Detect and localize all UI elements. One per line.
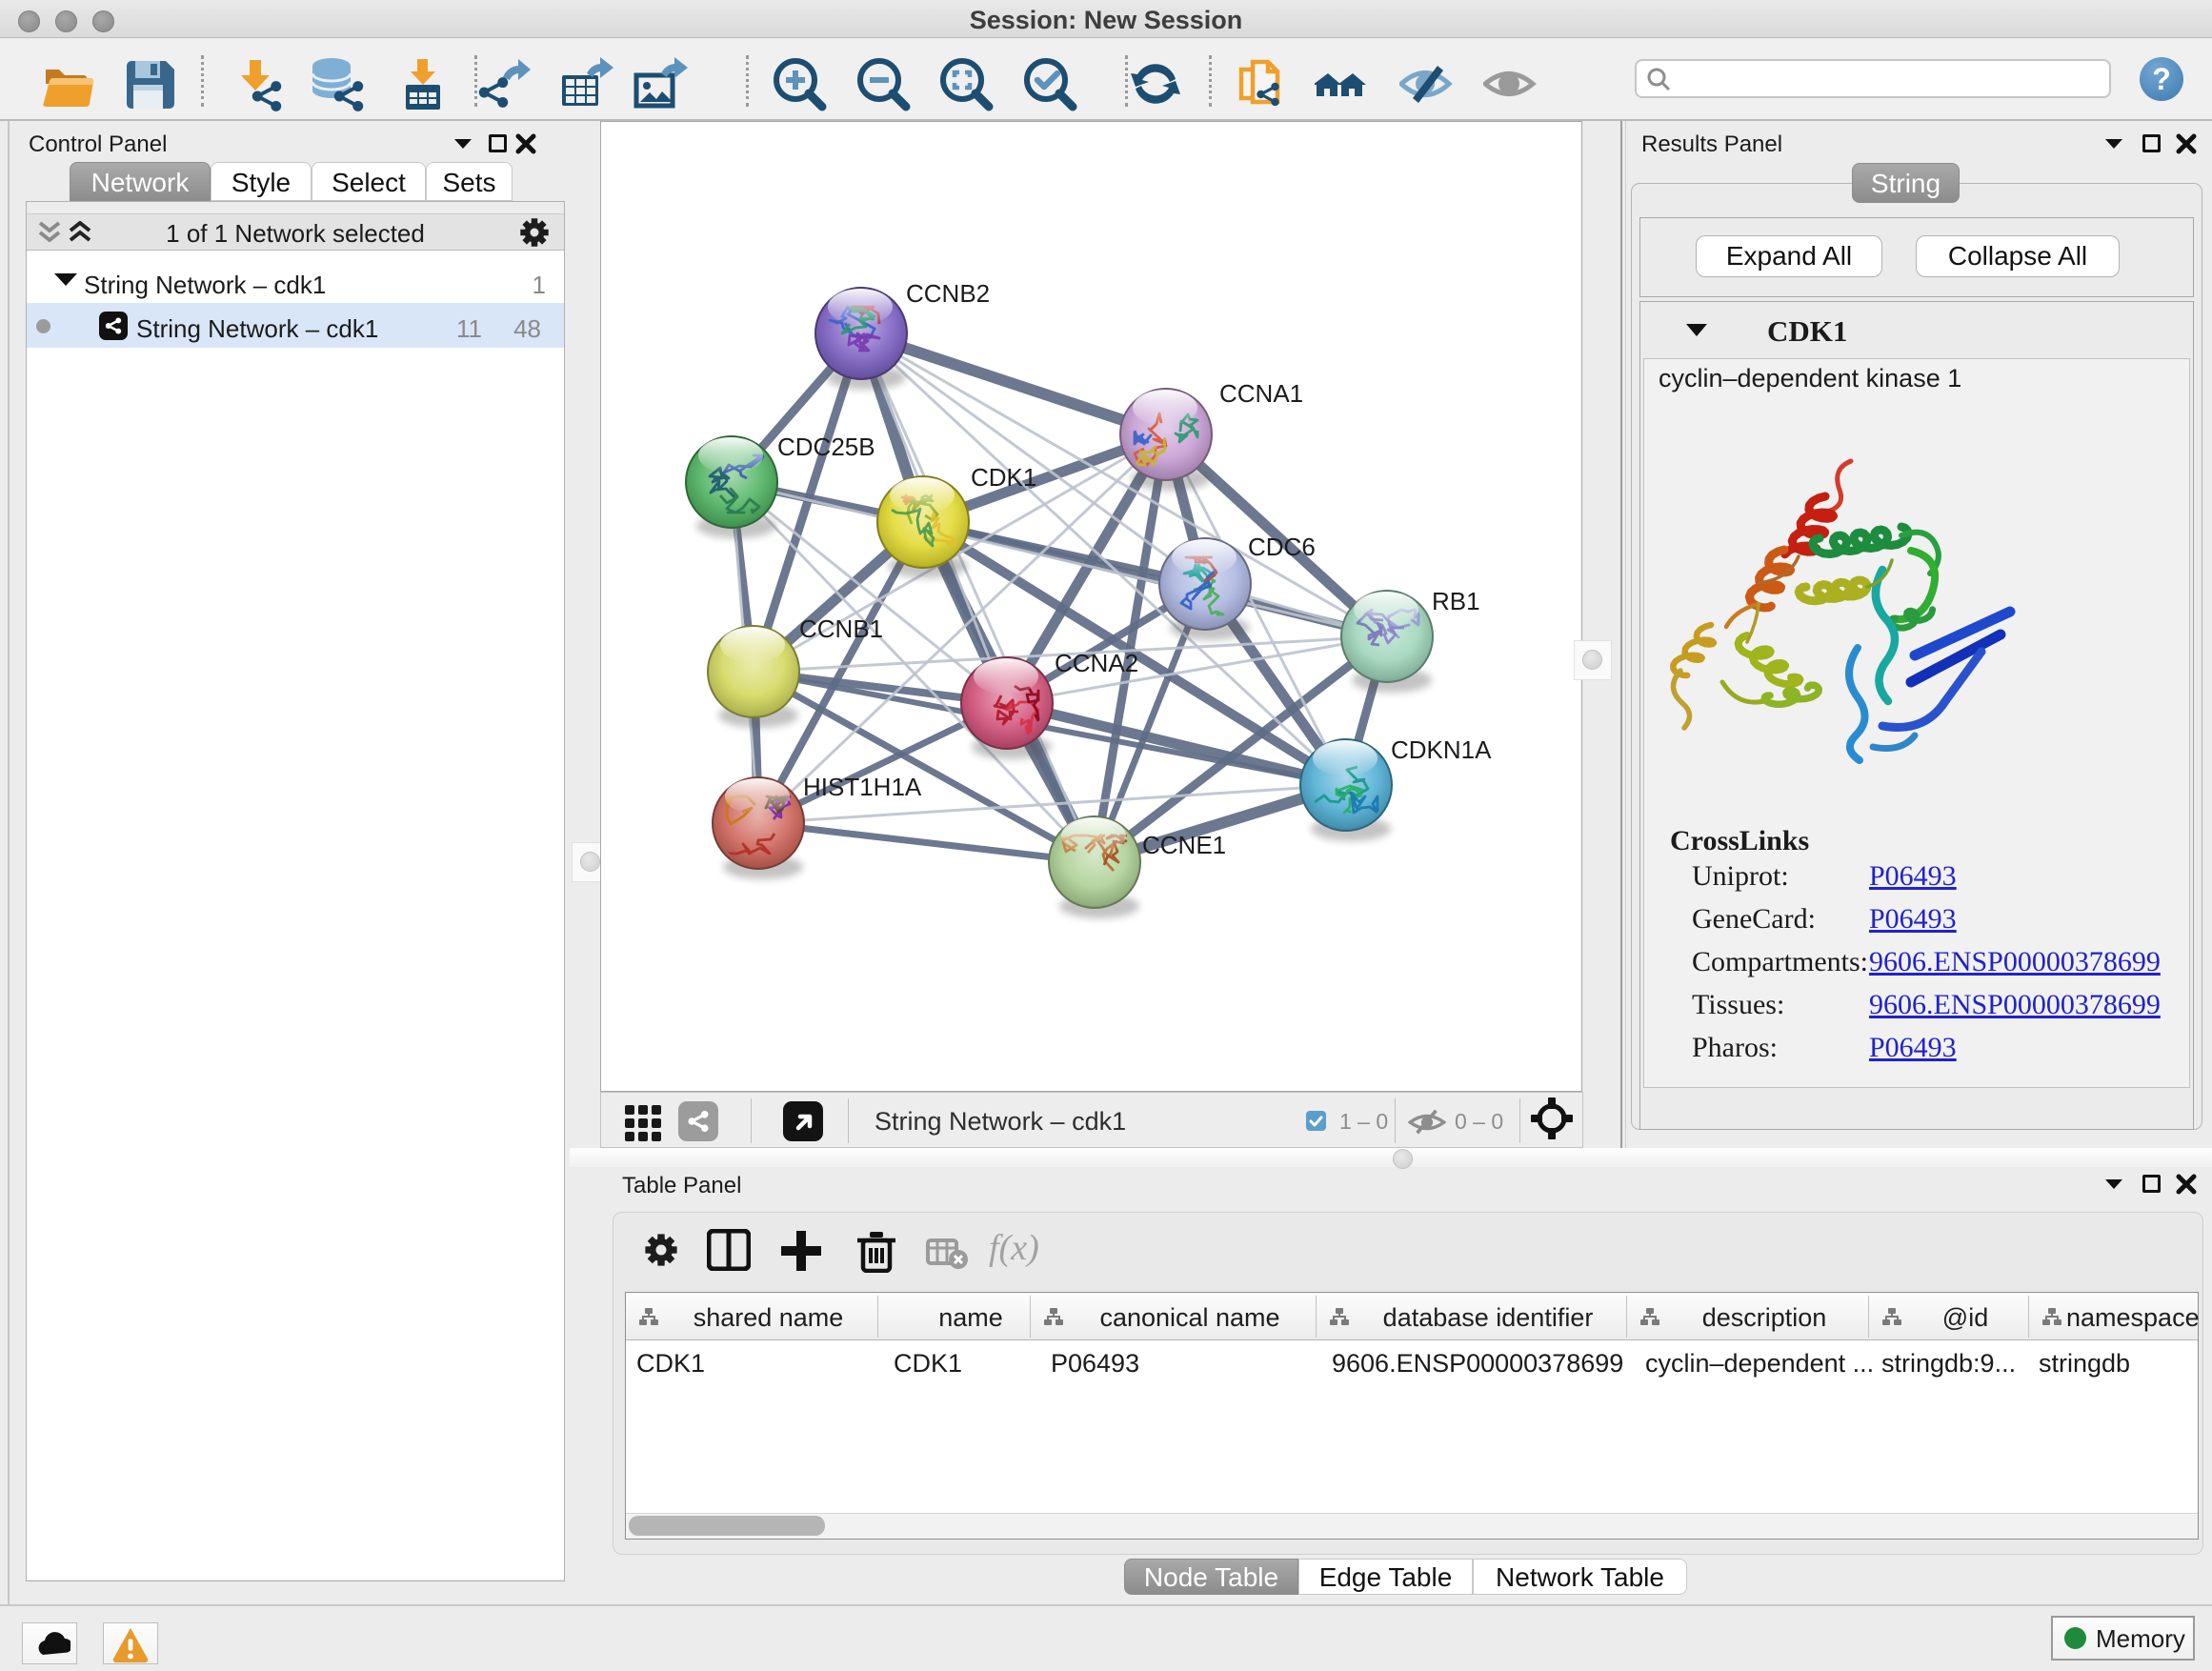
svg-text:CCNB1: CCNB1: [799, 614, 883, 643]
svg-text:CCNE1: CCNE1: [1142, 831, 1226, 859]
svg-text:RB1: RB1: [1432, 587, 1480, 615]
svg-text:CDC6: CDC6: [1248, 533, 1316, 561]
svg-text:CDKN1A: CDKN1A: [1391, 735, 1492, 764]
svg-text:CDC25B: CDC25B: [777, 433, 875, 461]
svg-text:CCNB2: CCNB2: [906, 279, 990, 308]
svg-text:CDK1: CDK1: [971, 463, 1036, 492]
svg-text:CCNA1: CCNA1: [1219, 379, 1303, 408]
svg-text:CCNA2: CCNA2: [1055, 649, 1138, 677]
svg-text:HIST1H1A: HIST1H1A: [803, 773, 922, 801]
